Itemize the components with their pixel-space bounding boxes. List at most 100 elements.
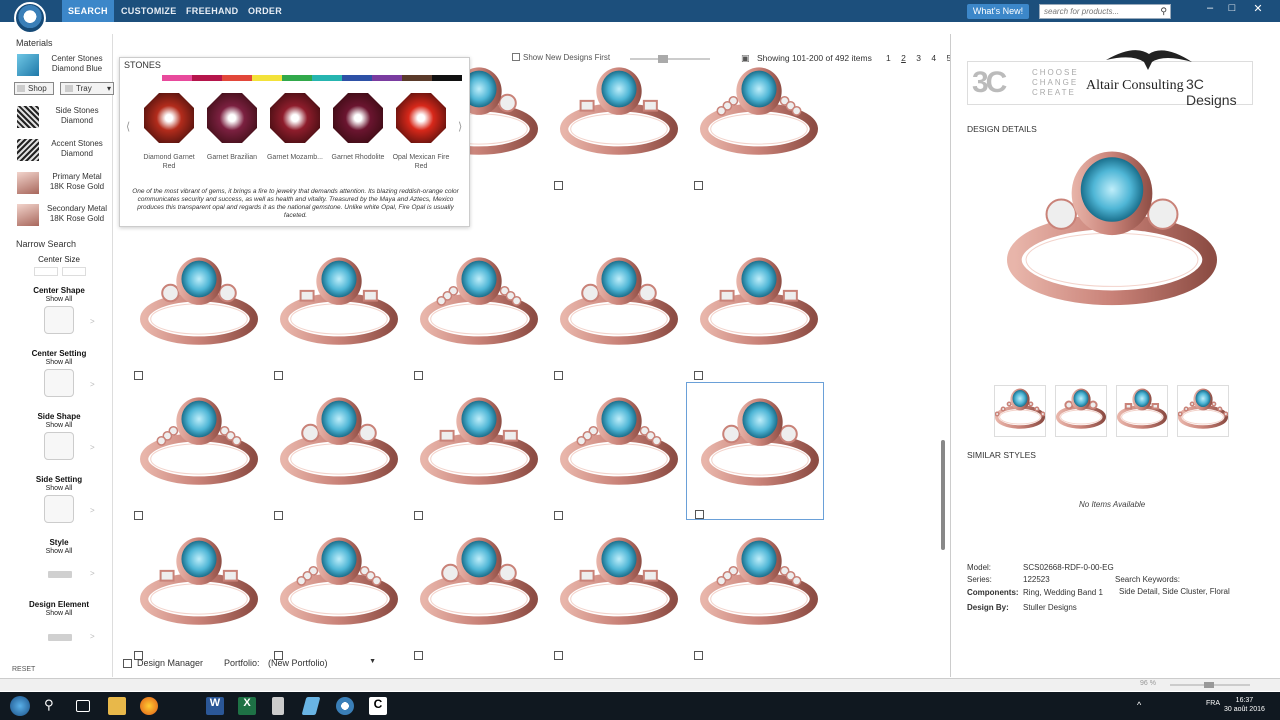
ring-image[interactable] <box>140 392 262 504</box>
ring-image[interactable] <box>560 392 682 504</box>
chevron-right-icon[interactable]: > <box>90 380 95 389</box>
material-secondary-metal[interactable]: Secondary Metal 18K Rose Gold <box>16 203 114 229</box>
tab-search[interactable]: SEARCH <box>62 0 114 22</box>
design-card[interactable] <box>266 522 404 660</box>
color-swatch[interactable] <box>192 75 222 81</box>
minimize-icon[interactable]: – <box>1200 2 1220 14</box>
calculator-icon[interactable] <box>272 697 284 715</box>
chevron-left-icon[interactable]: ⟨ <box>126 120 130 133</box>
gem-option[interactable] <box>207 93 257 143</box>
design-card[interactable] <box>546 52 684 190</box>
ring-image[interactable] <box>280 252 402 364</box>
c-app-icon[interactable]: C <box>369 697 387 715</box>
color-swatch[interactable] <box>312 75 342 81</box>
ring-image[interactable] <box>420 252 542 364</box>
ring-image[interactable] <box>420 532 542 644</box>
chevron-right-icon[interactable]: > <box>90 506 95 515</box>
design-manager-button[interactable]: Design Manager <box>137 658 203 668</box>
design-manager-icon[interactable] <box>123 659 132 668</box>
design-card[interactable] <box>406 242 544 380</box>
ring-image[interactable] <box>700 532 822 644</box>
excel-icon[interactable]: X <box>238 697 256 715</box>
center-size-max-input[interactable] <box>62 267 86 276</box>
gem-option[interactable] <box>270 93 320 143</box>
design-card[interactable] <box>686 52 824 190</box>
design-card[interactable] <box>546 382 684 520</box>
design-card[interactable] <box>686 522 824 660</box>
side-setting-icon[interactable] <box>44 495 74 523</box>
design-select-checkbox[interactable] <box>694 181 703 190</box>
color-swatch[interactable] <box>132 75 162 81</box>
task-view-icon[interactable] <box>76 700 90 712</box>
gem-option[interactable] <box>396 93 446 143</box>
design-card[interactable] <box>686 382 824 520</box>
design-select-checkbox[interactable] <box>695 510 704 519</box>
firefox-icon[interactable] <box>140 697 158 715</box>
material-side-stones[interactable]: Side Stones Diamond <box>16 105 114 131</box>
center-size-min-input[interactable] <box>34 267 58 276</box>
design-select-checkbox[interactable] <box>694 371 703 380</box>
design-card[interactable] <box>126 522 264 660</box>
design-select-checkbox[interactable] <box>134 371 143 380</box>
ring-image[interactable] <box>700 252 822 364</box>
view-thumbnail[interactable] <box>1116 385 1168 437</box>
ring-image[interactable] <box>140 252 262 364</box>
ring-image[interactable] <box>701 393 823 505</box>
center-setting-icon[interactable] <box>44 369 74 397</box>
design-element-placeholder-icon[interactable] <box>48 634 72 641</box>
ring-image[interactable] <box>140 532 262 644</box>
chevron-right-icon[interactable]: > <box>90 443 95 452</box>
ring-image[interactable] <box>280 392 402 504</box>
start-icon[interactable] <box>10 696 30 716</box>
color-swatch[interactable] <box>402 75 432 81</box>
design-select-checkbox[interactable] <box>134 511 143 520</box>
color-swatch[interactable] <box>282 75 312 81</box>
design-card[interactable] <box>266 382 404 520</box>
design-card[interactable] <box>546 522 684 660</box>
design-select-checkbox[interactable] <box>274 371 283 380</box>
gem-option[interactable] <box>144 93 194 143</box>
word-icon[interactable]: W <box>206 697 224 715</box>
filter-center-shape-showall[interactable]: Show All <box>10 296 108 303</box>
ring-image[interactable] <box>280 532 402 644</box>
chevron-right-icon[interactable]: > <box>90 569 95 578</box>
tab-customize[interactable]: CUSTOMIZE <box>115 0 183 22</box>
grid-scrollbar[interactable] <box>941 440 945 550</box>
color-swatch[interactable] <box>252 75 282 81</box>
chevron-down-icon[interactable]: ▾ <box>107 83 111 94</box>
material-center-stones[interactable]: Center Stones Diamond Blue <box>16 53 114 79</box>
view-thumbnail[interactable] <box>1055 385 1107 437</box>
design-card[interactable] <box>126 382 264 520</box>
design-select-checkbox[interactable] <box>274 511 283 520</box>
design-card[interactable] <box>546 242 684 380</box>
side-shape-icon[interactable] <box>44 432 74 460</box>
3c-designs-taskbar-icon[interactable] <box>336 697 354 715</box>
design-select-checkbox[interactable] <box>414 511 423 520</box>
material-primary-metal[interactable]: Primary Metal 18K Rose Gold <box>16 171 114 197</box>
search-icon[interactable]: ⚲ <box>1160 5 1167 18</box>
shop-button[interactable]: Shop <box>14 82 54 95</box>
design-select-checkbox[interactable] <box>554 371 563 380</box>
close-icon[interactable]: ✕ <box>1248 2 1268 15</box>
filter-design-element-showall[interactable]: Show All <box>10 610 108 617</box>
design-card[interactable] <box>126 242 264 380</box>
clock[interactable]: 16:37 30 août 2016 <box>1224 696 1265 714</box>
design-card[interactable] <box>686 242 824 380</box>
zoom-slider[interactable] <box>1170 682 1250 688</box>
tab-order[interactable]: ORDER <box>242 0 288 22</box>
ring-image[interactable] <box>560 252 682 364</box>
color-swatch[interactable] <box>162 75 192 81</box>
filter-side-shape-showall[interactable]: Show All <box>10 422 108 429</box>
color-swatch[interactable] <box>432 75 462 81</box>
chevron-right-icon[interactable]: ⟩ <box>458 120 462 133</box>
view-thumbnail[interactable] <box>1177 385 1229 437</box>
filter-style-showall[interactable]: Show All <box>10 548 108 555</box>
design-select-checkbox[interactable] <box>554 511 563 520</box>
filter-center-setting-showall[interactable]: Show All <box>10 359 108 366</box>
ring-image[interactable] <box>560 62 682 174</box>
file-explorer-icon[interactable] <box>108 697 126 715</box>
center-shape-icon[interactable] <box>44 306 74 334</box>
design-card[interactable] <box>406 382 544 520</box>
portfolio-select[interactable]: (New Portfolio) ▼ <box>268 658 376 668</box>
color-swatch[interactable] <box>372 75 402 81</box>
